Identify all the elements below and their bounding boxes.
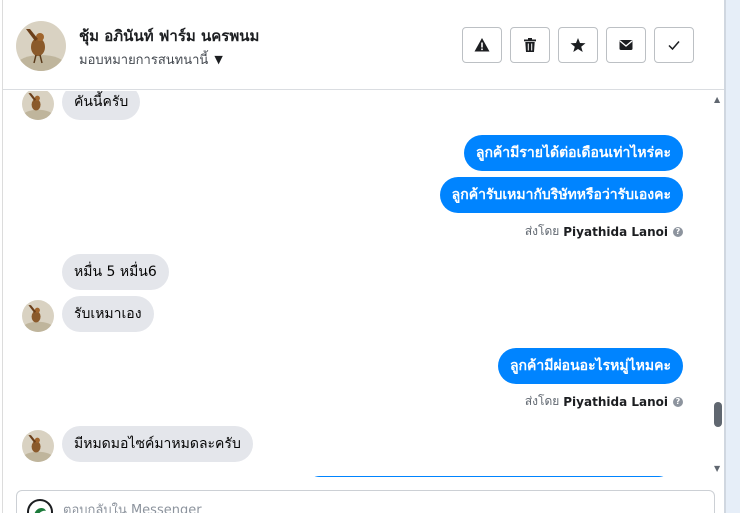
assign-label: มอบหมายการสนทนานี้ (79, 53, 209, 68)
sent-by-prefix: ส่งโดย (524, 394, 560, 408)
star-icon (570, 38, 586, 52)
contact-name: ชุ้ม อภินันท์ ฟาร์ม นครพนม (79, 27, 260, 45)
conversation-panel: ชุ้ม อภินันท์ ฟาร์ม นครพนม มอบหมายการสนท… (2, 0, 724, 513)
checkmark-icon (668, 41, 680, 51)
scroll-up-arrow-icon[interactable]: ▲ (714, 95, 720, 104)
incoming-message[interactable]: รับเหมาเอง (62, 296, 154, 332)
message-thread[interactable]: คันนี้ครับ ลูกค้ามีรายได้ต่อเดือนเท่าไหร… (3, 91, 711, 477)
messenger-page-avatar (27, 499, 53, 513)
window-edge (724, 0, 740, 513)
mark-unread-button[interactable] (606, 27, 646, 63)
incoming-message[interactable]: หมื่น 5 หมื่น6 (62, 254, 169, 290)
sender-avatar (22, 91, 54, 120)
outgoing-message[interactable]: ลูกค้ารับเหมากับริษัทหรือว่ารับเองคะ (439, 177, 683, 213)
assign-conversation-dropdown[interactable]: มอบหมายการสนทนานี้ ▼ (79, 49, 223, 70)
sender-avatar (22, 300, 54, 332)
outgoing-message[interactable]: ลูกค้ามีผ่อนอะไรหมู่ไหมคะ (497, 348, 683, 384)
sent-by-label: ส่งโดย Piyathida Lanoi ? (525, 392, 683, 411)
outgoing-message-partial (309, 476, 669, 477)
scroll-down-arrow-icon[interactable]: ▼ (714, 464, 720, 473)
spam-button[interactable] (462, 27, 502, 63)
sent-by-prefix: ส่งโดย (524, 224, 560, 238)
incoming-message[interactable]: มีหมดมอไซค์มาหมดละครับ (62, 426, 253, 462)
sender-avatar (22, 430, 54, 462)
outgoing-message[interactable]: ลูกค้ามีรายได้ต่อเดือนเท่าไหร่คะ (463, 135, 683, 171)
reply-input[interactable] (63, 500, 663, 513)
sent-by-name: Piyathida Lanoi (563, 224, 668, 239)
scrollbar-thumb[interactable] (714, 402, 722, 427)
info-icon[interactable]: ? (673, 226, 683, 237)
trash-icon (524, 38, 536, 52)
warning-icon (474, 38, 490, 52)
conversation-header: ชุ้ม อภินันท์ ฟาร์ม นครพนม มอบหมายการสนท… (3, 0, 724, 90)
star-button[interactable] (558, 27, 598, 63)
contact-avatar[interactable] (16, 21, 66, 71)
info-icon[interactable]: ? (673, 396, 683, 407)
caret-down-icon: ▼ (214, 53, 223, 66)
thread-scrollbar[interactable]: ▲ ▼ (711, 91, 724, 477)
mark-done-button[interactable] (654, 27, 694, 63)
incoming-message[interactable]: คันนี้ครับ (62, 91, 141, 120)
header-actions (462, 27, 702, 63)
sent-by-label: ส่งโดย Piyathida Lanoi ? (525, 222, 683, 241)
delete-button[interactable] (510, 27, 550, 63)
envelope-icon (619, 40, 633, 50)
sent-by-name: Piyathida Lanoi (563, 394, 668, 409)
reply-composer (16, 490, 715, 513)
